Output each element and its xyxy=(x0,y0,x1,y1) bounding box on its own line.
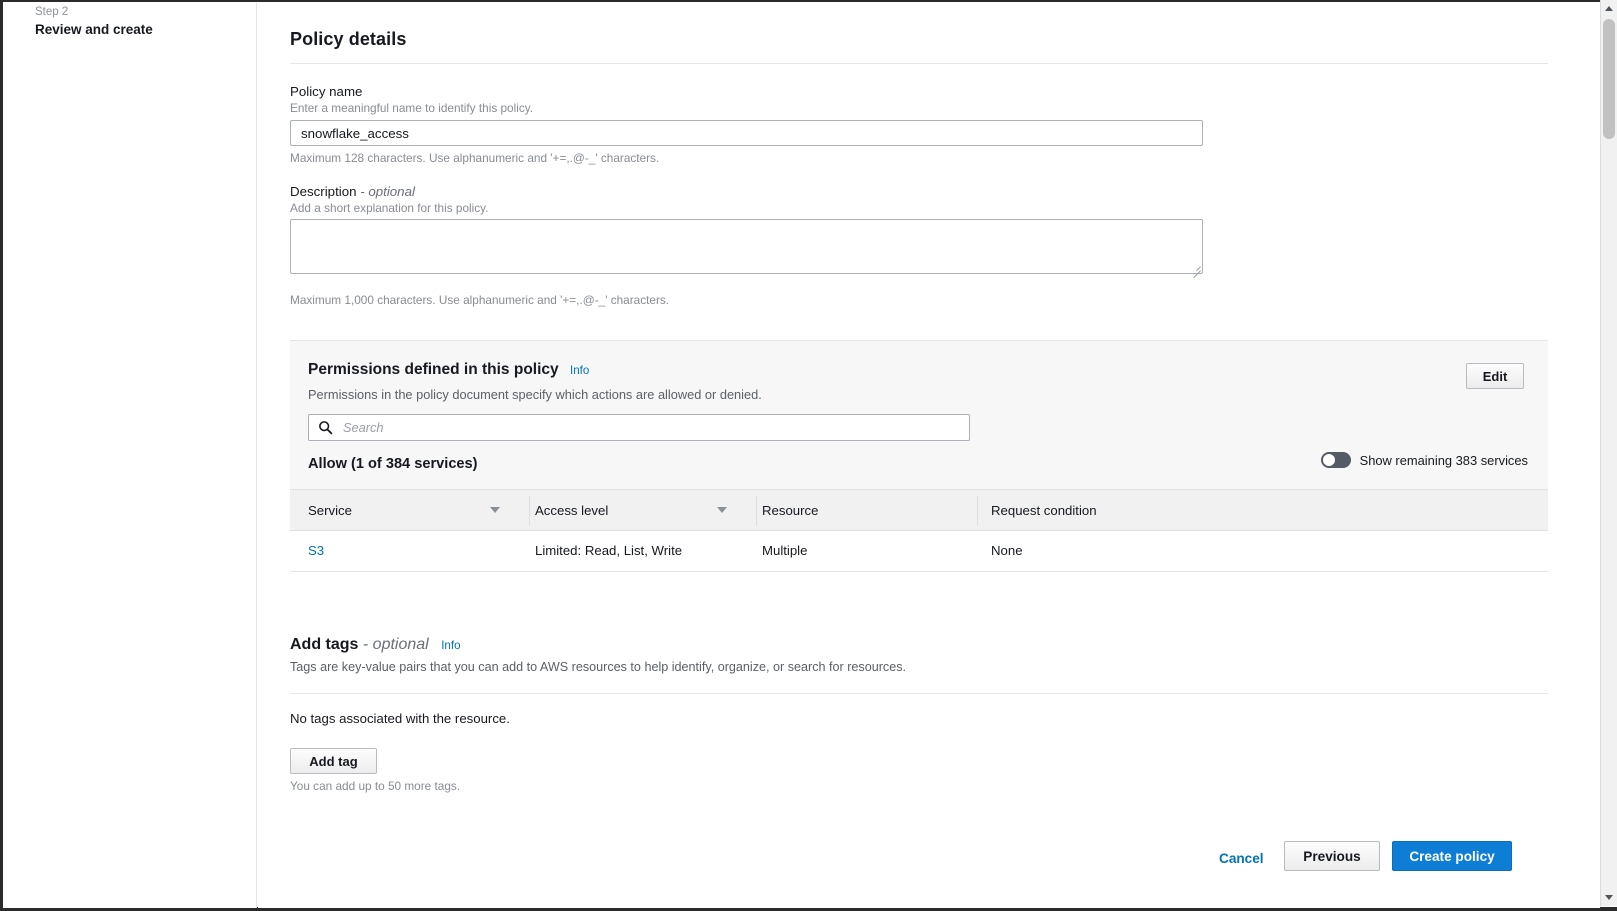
policy-name-input[interactable] xyxy=(290,120,1203,146)
permissions-panel: Permissions defined in this policy Info … xyxy=(290,340,1548,572)
permissions-table-header: Service Access level Resource Request co… xyxy=(290,489,1548,531)
scrollbar-thumb[interactable] xyxy=(1603,19,1615,139)
permissions-subtitle: Permissions in the policy document speci… xyxy=(308,387,762,402)
description-label: Description - optional xyxy=(290,183,415,200)
page-title: Policy details xyxy=(290,29,407,49)
policy-name-constraint: Maximum 128 characters. Use alphanumeric… xyxy=(290,151,660,165)
description-label-text: Description xyxy=(290,184,357,199)
wizard-sidebar: Step 2 Review and create xyxy=(3,3,257,908)
add-tags-info-link[interactable]: Info xyxy=(441,639,460,652)
divider-policy-details xyxy=(290,63,1548,64)
permissions-title-text: Permissions defined in this policy xyxy=(308,361,559,378)
column-separator-2 xyxy=(756,496,757,526)
permissions-search-placeholder: Search xyxy=(343,420,384,435)
column-header-access-level[interactable]: Access level xyxy=(535,503,608,518)
wizard-step-title: Review and create xyxy=(35,22,153,37)
policy-name-label: Policy name xyxy=(290,84,363,99)
permissions-info-link[interactable]: Info xyxy=(570,364,589,377)
allow-summary-label: Allow (1 of 384 services) xyxy=(308,456,478,472)
create-policy-button[interactable]: Create policy xyxy=(1392,841,1512,871)
add-tags-heading: Add tags - optional Info xyxy=(290,636,461,654)
description-constraint: Maximum 1,000 characters. Use alphanumer… xyxy=(290,293,670,307)
edit-permissions-button[interactable]: Edit xyxy=(1466,363,1524,389)
main-content: Policy details Policy name Enter a meani… xyxy=(258,3,1600,908)
column-header-resource[interactable]: Resource xyxy=(762,503,818,518)
description-textarea[interactable] xyxy=(290,219,1203,274)
cell-access-level: Limited: Read, List, Write xyxy=(535,543,683,558)
previous-button[interactable]: Previous xyxy=(1284,841,1380,871)
tags-limit-note: You can add up to 50 more tags. xyxy=(290,779,461,793)
add-tags-description: Tags are key-value pairs that you can ad… xyxy=(290,660,907,674)
cell-resource: Multiple xyxy=(762,543,808,558)
column-header-request-condition[interactable]: Request condition xyxy=(991,503,1097,518)
cell-service[interactable]: S3 xyxy=(308,543,324,558)
show-remaining-services-toggle[interactable]: Show remaining 383 services xyxy=(1320,452,1528,468)
column-header-service[interactable]: Service xyxy=(308,503,352,518)
add-tag-button[interactable]: Add tag xyxy=(290,748,377,774)
column-separator-3 xyxy=(977,496,978,526)
chevron-down-icon-service[interactable] xyxy=(490,507,500,513)
permissions-title: Permissions defined in this policy Info xyxy=(308,361,589,379)
toggle-switch[interactable] xyxy=(1320,452,1351,468)
divider-tags xyxy=(290,693,1548,694)
toggle-label: Show remaining 383 services xyxy=(1359,452,1528,468)
description-hint: Add a short explanation for this policy. xyxy=(290,201,489,215)
wizard-step-number: Step 2 xyxy=(35,6,69,18)
page-root: Step 2 Review and create Policy details … xyxy=(0,0,1617,911)
column-separator-1 xyxy=(529,496,530,526)
add-tags-optional: - optional xyxy=(362,636,429,653)
scroll-down-arrow-icon[interactable] xyxy=(1601,889,1617,906)
chevron-down-icon-access-level[interactable] xyxy=(717,507,727,513)
vertical-scrollbar[interactable] xyxy=(1600,0,1617,906)
search-icon xyxy=(319,421,333,435)
toggle-knob xyxy=(1322,454,1335,466)
cell-request-condition: None xyxy=(991,543,1023,558)
table-row: S3 Limited: Read, List, Write Multiple N… xyxy=(290,531,1548,572)
permissions-search-box[interactable]: Search xyxy=(308,414,970,441)
cancel-button[interactable]: Cancel xyxy=(1219,851,1264,866)
add-tags-title: Add tags xyxy=(290,636,359,653)
policy-name-hint: Enter a meaningful name to identify this… xyxy=(290,101,534,115)
no-tags-message: No tags associated with the resource. xyxy=(290,711,510,726)
description-optional-text: - optional xyxy=(360,184,415,199)
scroll-up-arrow-icon[interactable] xyxy=(1601,0,1617,17)
